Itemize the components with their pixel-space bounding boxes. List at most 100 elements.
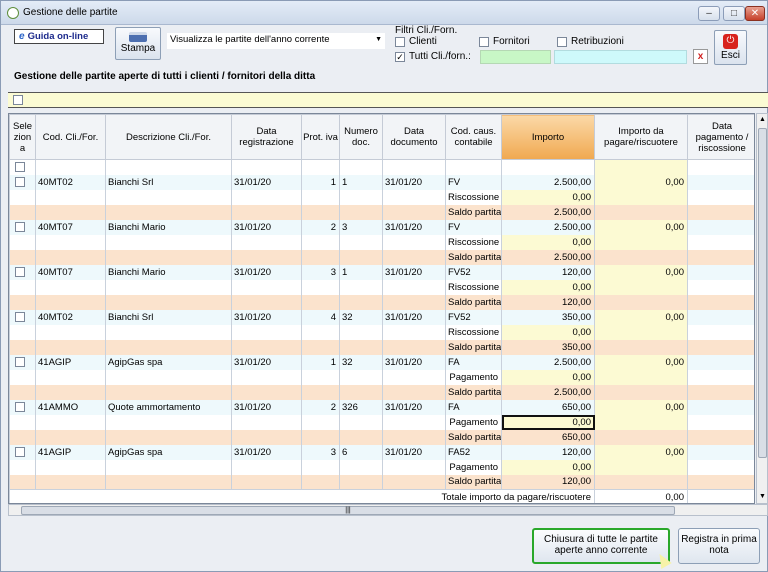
registra-prima-nota-button[interactable]: Registra in prima nota xyxy=(678,528,760,564)
cell xyxy=(301,384,340,400)
cell: 31/01/20 xyxy=(231,354,302,370)
filter-checkbox[interactable] xyxy=(13,95,23,105)
close-button[interactable]: ✕ xyxy=(745,6,765,21)
select-cell[interactable] xyxy=(9,444,36,460)
table-row[interactable]: 40MT02 Bianchi Srl 31/01/20 1 1 31/01/20 FV 2.5… xyxy=(9,174,754,190)
clienti-checkbox[interactable] xyxy=(395,37,405,47)
cell: 40MT02 xyxy=(35,309,106,325)
cell xyxy=(105,324,232,340)
cell[interactable]: 0,00 xyxy=(594,219,688,235)
sub-value[interactable]: 0,00 xyxy=(501,279,595,295)
column-header[interactable]: Descrizione Cli./For. xyxy=(105,114,232,160)
sub-label: Riscossione xyxy=(445,324,502,340)
scroll-thumb[interactable] xyxy=(758,128,767,458)
row-checkbox[interactable] xyxy=(15,446,25,457)
column-header[interactable]: Sele zion a xyxy=(9,114,36,160)
cell xyxy=(382,429,446,445)
cell: 1 xyxy=(301,354,340,370)
cell xyxy=(9,159,36,175)
scroll-down-icon[interactable]: ▼ xyxy=(758,492,767,502)
cell xyxy=(301,324,340,340)
vertical-scrollbar[interactable]: ▲ ▼ xyxy=(756,113,768,504)
maximize-button[interactable]: □ xyxy=(723,6,745,21)
select-cell[interactable] xyxy=(9,309,36,325)
minimize-button[interactable]: – xyxy=(698,6,720,21)
column-header[interactable]: Data registrazione xyxy=(231,114,302,160)
row-checkbox[interactable] xyxy=(15,266,25,277)
cell xyxy=(301,369,340,385)
table-row[interactable]: 41AMMO Quote ammortamento 31/01/20 2 326 31/0… xyxy=(9,399,754,415)
column-header[interactable]: Data documento xyxy=(382,114,446,160)
column-header[interactable]: Cod. Cli./For. xyxy=(35,114,106,160)
cell xyxy=(231,294,302,310)
cell[interactable]: 0,00 xyxy=(594,264,688,280)
cell[interactable]: 0,00 xyxy=(594,174,688,190)
subtotal-row: Riscossione 0,00 xyxy=(9,279,754,295)
table-row[interactable]: 40MT07 Bianchi Mario 31/01/20 2 3 31/01/20 FV 2… xyxy=(9,219,754,235)
table-row[interactable]: 40MT02 Bianchi Srl 31/01/20 4 32 31/01/20 FV52… xyxy=(9,309,754,325)
table-row[interactable]: 40MT07 Bianchi Mario 31/01/20 3 1 31/01/20 FV5… xyxy=(9,264,754,280)
clear-filter-button[interactable]: x xyxy=(693,49,708,64)
select-cell[interactable] xyxy=(9,399,36,415)
saldo-label: Saldo partita xyxy=(445,249,502,265)
cliente-code-field[interactable] xyxy=(480,50,551,64)
scroll-up-icon[interactable]: ▲ xyxy=(758,115,767,125)
horizontal-scrollbar[interactable]: ||| xyxy=(8,504,768,516)
internet-explorer-icon: e xyxy=(19,31,25,42)
sub-value[interactable]: 0,00 xyxy=(501,189,595,205)
cell[interactable]: 0,00 xyxy=(594,309,688,325)
cell xyxy=(594,429,688,445)
column-header[interactable]: Importo xyxy=(501,114,595,160)
column-header[interactable]: Cod. caus. contabile xyxy=(445,114,502,160)
sub-value[interactable]: 0,00 xyxy=(501,324,595,340)
chiusura-partite-button[interactable]: Chiusura di tutte le partite aperte anno… xyxy=(532,528,670,564)
row-checkbox[interactable] xyxy=(15,221,25,232)
retribuzioni-checkbox[interactable] xyxy=(557,37,567,47)
stampa-button[interactable]: Stampa xyxy=(115,27,161,60)
visualizza-select[interactable]: Visualizza le partite dell'anno corrente… xyxy=(167,33,385,49)
select-cell[interactable] xyxy=(9,219,36,235)
table-row[interactable]: 41AGIP AgipGas spa 31/01/20 1 32 31/01/20 FA 2.… xyxy=(9,354,754,370)
cell[interactable]: 0,00 xyxy=(594,354,688,370)
select-cell[interactable] xyxy=(9,174,36,190)
sub-value[interactable]: 0,00 xyxy=(501,414,595,430)
select-cell[interactable] xyxy=(9,354,36,370)
cell xyxy=(105,369,232,385)
cell xyxy=(687,324,754,340)
row-checkbox[interactable] xyxy=(15,401,25,412)
cell: 41AGIP xyxy=(35,354,106,370)
guida-online-button[interactable]: e Guida on-line xyxy=(14,29,104,44)
row-checkbox[interactable] xyxy=(15,162,25,173)
cell[interactable]: 0,00 xyxy=(594,399,688,415)
column-header[interactable]: Prot. iva xyxy=(301,114,340,160)
saldo-value: 120,00 xyxy=(501,294,595,310)
cell xyxy=(105,204,232,220)
sub-value[interactable]: 0,00 xyxy=(501,369,595,385)
cell xyxy=(594,204,688,220)
sub-value[interactable]: 0,00 xyxy=(501,459,595,475)
cell[interactable]: 0,00 xyxy=(594,444,688,460)
fornitori-checkbox[interactable] xyxy=(479,37,489,47)
column-header[interactable]: Importo da pagare/riscuotere xyxy=(594,114,688,160)
cell: 6 xyxy=(339,444,383,460)
select-cell[interactable] xyxy=(9,264,36,280)
tutti-checkbox[interactable]: ✓ xyxy=(395,52,405,62)
cell xyxy=(687,339,754,355)
sub-value[interactable]: 0,00 xyxy=(501,234,595,250)
cell xyxy=(9,294,36,310)
row-checkbox[interactable] xyxy=(15,356,25,367)
column-header[interactable]: Numero doc. xyxy=(339,114,383,160)
row-checkbox[interactable] xyxy=(15,176,25,187)
cell: 31/01/20 xyxy=(231,444,302,460)
esci-button[interactable]: ⏻ Esci xyxy=(714,30,747,65)
cell xyxy=(231,459,302,475)
cell xyxy=(301,474,340,490)
hscroll-thumb[interactable]: ||| xyxy=(21,506,675,515)
row-checkbox[interactable] xyxy=(15,311,25,322)
cliente-desc-field[interactable] xyxy=(554,50,687,64)
cell xyxy=(687,264,754,280)
grid-filter-row[interactable] xyxy=(8,92,768,108)
table-row[interactable]: 41AGIP AgipGas spa 31/01/20 3 6 31/01/20 FA52 1… xyxy=(9,444,754,460)
fornitori-label: Fornitori xyxy=(493,36,530,47)
column-header[interactable]: Data pagamento / riscossione xyxy=(687,114,754,160)
